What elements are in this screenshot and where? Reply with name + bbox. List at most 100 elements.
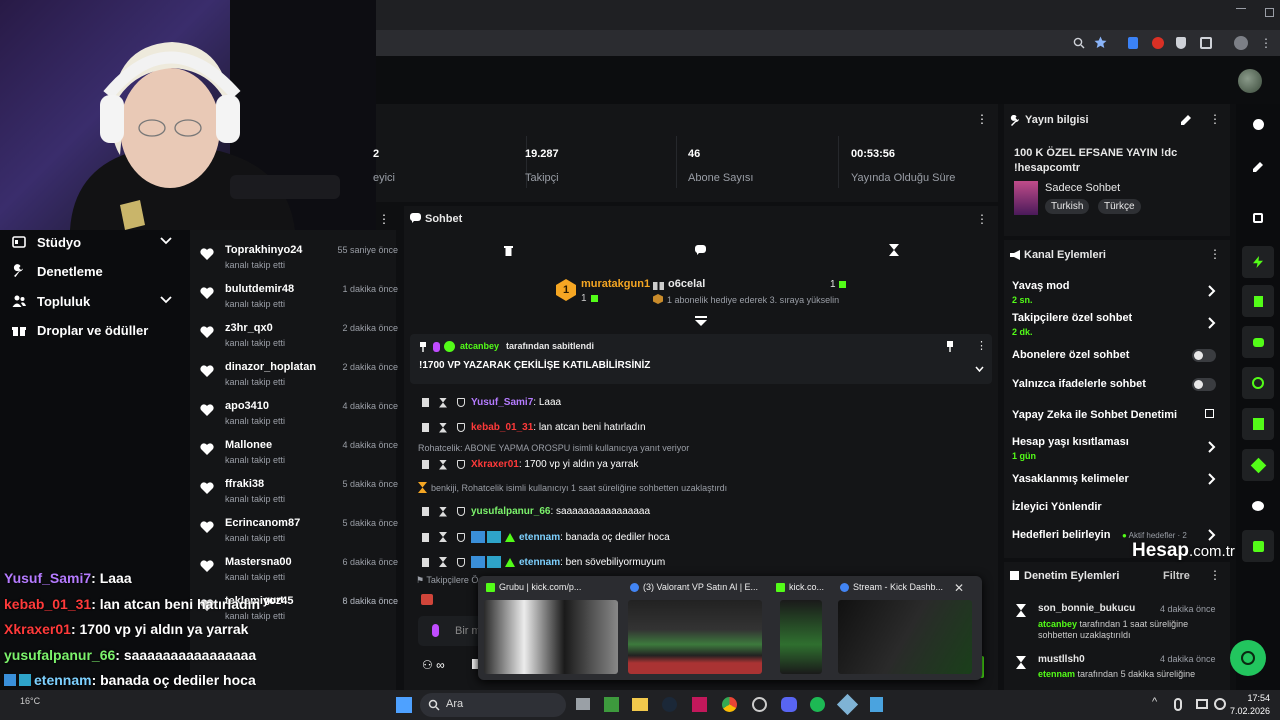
chat-message[interactable]: etennam: banada oç dediler hoca: [422, 531, 670, 543]
clock-time[interactable]: 17:54: [1232, 693, 1270, 703]
close-icon[interactable]: ✕: [954, 581, 964, 595]
ban-shield-icon[interactable]: [457, 507, 465, 516]
puzzle-icon[interactable]: [1200, 37, 1212, 49]
quick-action-1[interactable]: [1242, 246, 1274, 278]
network-icon[interactable]: [1196, 699, 1208, 709]
address-bar[interactable]: ⋮: [376, 30, 1280, 56]
mod-actions-menu-icon[interactable]: ⋮: [1209, 568, 1221, 582]
app-icon[interactable]: [692, 697, 707, 712]
tray-chevron-icon[interactable]: ^: [1152, 696, 1157, 708]
category-name[interactable]: Sadece Sohbet: [1045, 182, 1120, 194]
chat-username[interactable]: etennam: [519, 557, 560, 568]
emote-icon[interactable]: [421, 594, 433, 605]
ban-shield-icon[interactable]: [457, 423, 465, 432]
follower-row[interactable]: Ecrincanom87 kanalı takip etti 5 dakika ön…: [200, 515, 398, 553]
external-link-icon[interactable]: [1205, 409, 1214, 418]
maximize-icon[interactable]: [1265, 8, 1274, 17]
follower-row[interactable]: ffraki38 kanalı takip etti 5 dakika önce: [200, 476, 398, 514]
follower-row[interactable]: z3hr_qx0 kanalı takip etti 2 dakika önce: [200, 320, 398, 358]
extension-icon[interactable]: [1128, 37, 1138, 49]
channel-action-row[interactable]: Takipçilere özel sohbet 2 dk.: [1012, 312, 1222, 337]
discord-icon[interactable]: [781, 697, 797, 712]
timeout-icon[interactable]: [439, 459, 447, 470]
chat-message[interactable]: Xkraxer01: 1700 vp yi aldın ya yarrak: [422, 459, 638, 470]
channel-action-row[interactable]: Yasaklanmış kelimeler: [1012, 473, 1222, 485]
chat-settings-icon[interactable]: ⚇ ∞: [422, 658, 445, 672]
profile-avatar-icon[interactable]: [1234, 36, 1248, 50]
follower-row[interactable]: Mallonee kanalı takip etti 4 dakika önce: [200, 437, 398, 475]
follower-row[interactable]: bulutdemir48 kanalı takip etti 1 dakika ön…: [200, 281, 398, 319]
timeout-icon[interactable]: [439, 422, 447, 433]
user-avatar[interactable]: [1238, 69, 1262, 93]
thumb-window-2[interactable]: [628, 600, 762, 674]
quick-action-5[interactable]: [1242, 408, 1274, 440]
minimize-icon[interactable]: [1236, 8, 1246, 9]
nav-drops-rewards[interactable]: Droplar ve ödüller: [12, 319, 148, 341]
file-explorer-icon[interactable]: [632, 698, 648, 711]
volume-icon[interactable]: [1214, 698, 1226, 710]
thumb-window-3[interactable]: [780, 600, 822, 674]
chevron-right-icon[interactable]: [1208, 285, 1216, 297]
chat-username[interactable]: kebab_01_31: [471, 422, 533, 433]
channel-action-row[interactable]: Yavaş mod 2 sn.: [1012, 280, 1222, 305]
delete-message-icon[interactable]: [422, 398, 429, 407]
record-extension-icon[interactable]: [1152, 37, 1164, 49]
ban-shield-icon[interactable]: [457, 557, 465, 567]
tag-chip[interactable]: Turkish: [1045, 199, 1090, 214]
timeout-icon[interactable]: [439, 532, 447, 542]
delete-message-icon[interactable]: [422, 507, 429, 516]
windows-start-icon[interactable]: [396, 697, 412, 713]
quick-action-7[interactable]: [1242, 530, 1274, 562]
chevron-down-icon[interactable]: [975, 366, 984, 372]
delete-message-icon[interactable]: [422, 532, 429, 542]
timeout-icon[interactable]: [439, 506, 447, 517]
follower-row[interactable]: Toprakhinyo24 kanalı takip etti 55 saniye …: [200, 242, 398, 280]
quick-action-6[interactable]: [1242, 449, 1274, 481]
chat-username[interactable]: Xkraxer01: [471, 459, 519, 470]
thumb-window-1[interactable]: [484, 600, 618, 674]
menu-kebab-icon[interactable]: ⋮: [1260, 36, 1272, 50]
chevron-right-icon[interactable]: [1208, 473, 1216, 485]
unpin-icon[interactable]: [946, 341, 954, 352]
quick-action-2[interactable]: [1242, 285, 1274, 317]
steam-icon[interactable]: [662, 697, 677, 712]
minecraft-icon[interactable]: [604, 697, 619, 712]
shield-icon[interactable]: [1176, 37, 1186, 49]
channel-actions-menu-icon[interactable]: ⋮: [1209, 247, 1221, 261]
chat-message[interactable]: etennam: ben sövebiliyormuyum: [422, 556, 665, 568]
ban-shield-icon[interactable]: [457, 532, 465, 542]
trash-icon[interactable]: [504, 245, 513, 256]
toggle-switch[interactable]: [1192, 349, 1216, 362]
timeout-icon[interactable]: [439, 557, 447, 567]
quick-action-3[interactable]: [1242, 326, 1274, 358]
follower-row[interactable]: Mastersna00 kanalı takip etti 6 dakika önc…: [200, 554, 398, 592]
spotify-icon[interactable]: [810, 697, 825, 712]
search-box[interactable]: Ara: [420, 693, 566, 717]
chat-message[interactable]: yusufalpanur_66: saaaaaaaaaaaaaaaa: [422, 506, 650, 517]
followers-menu-icon[interactable]: ⋮: [378, 212, 390, 226]
chat-bubble-icon[interactable]: [695, 245, 706, 255]
stream-info-menu-icon[interactable]: ⋮: [1209, 112, 1221, 126]
delete-message-icon[interactable]: [422, 460, 429, 469]
pinned-menu-icon[interactable]: ⋮: [976, 339, 987, 352]
info-button[interactable]: [1242, 108, 1274, 140]
edit-button[interactable]: [1242, 150, 1274, 182]
chrome-icon[interactable]: [722, 697, 737, 712]
ban-shield-icon[interactable]: [457, 398, 465, 407]
bookmark-star-icon[interactable]: [1094, 36, 1107, 49]
chat-username[interactable]: yusufalpanur_66: [471, 506, 550, 517]
chat-username[interactable]: etennam: [519, 532, 560, 543]
chevron-right-icon[interactable]: [1208, 441, 1216, 453]
app-icon[interactable]: [752, 697, 767, 712]
chevron-right-icon[interactable]: [1208, 317, 1216, 329]
notepad-icon[interactable]: [870, 697, 883, 712]
mic-icon[interactable]: [432, 624, 439, 637]
follower-row[interactable]: dinazor_hoplatan kanalı takip etti 2 dakik…: [200, 359, 398, 397]
channel-action-row[interactable]: Yalnızca ifadelerle sohbet: [1012, 378, 1222, 391]
toggle-switch[interactable]: [1192, 378, 1216, 391]
pinned-message[interactable]: atcanbey tarafından sabitlendi !1700 VP …: [410, 334, 992, 384]
nav-moderation[interactable]: Denetleme: [12, 260, 103, 282]
channel-action-row[interactable]: Yapay Zeka ile Sohbet Denetimi: [1012, 409, 1222, 421]
chat-menu-icon[interactable]: ⋮: [976, 212, 988, 226]
delete-message-icon[interactable]: [422, 423, 429, 432]
